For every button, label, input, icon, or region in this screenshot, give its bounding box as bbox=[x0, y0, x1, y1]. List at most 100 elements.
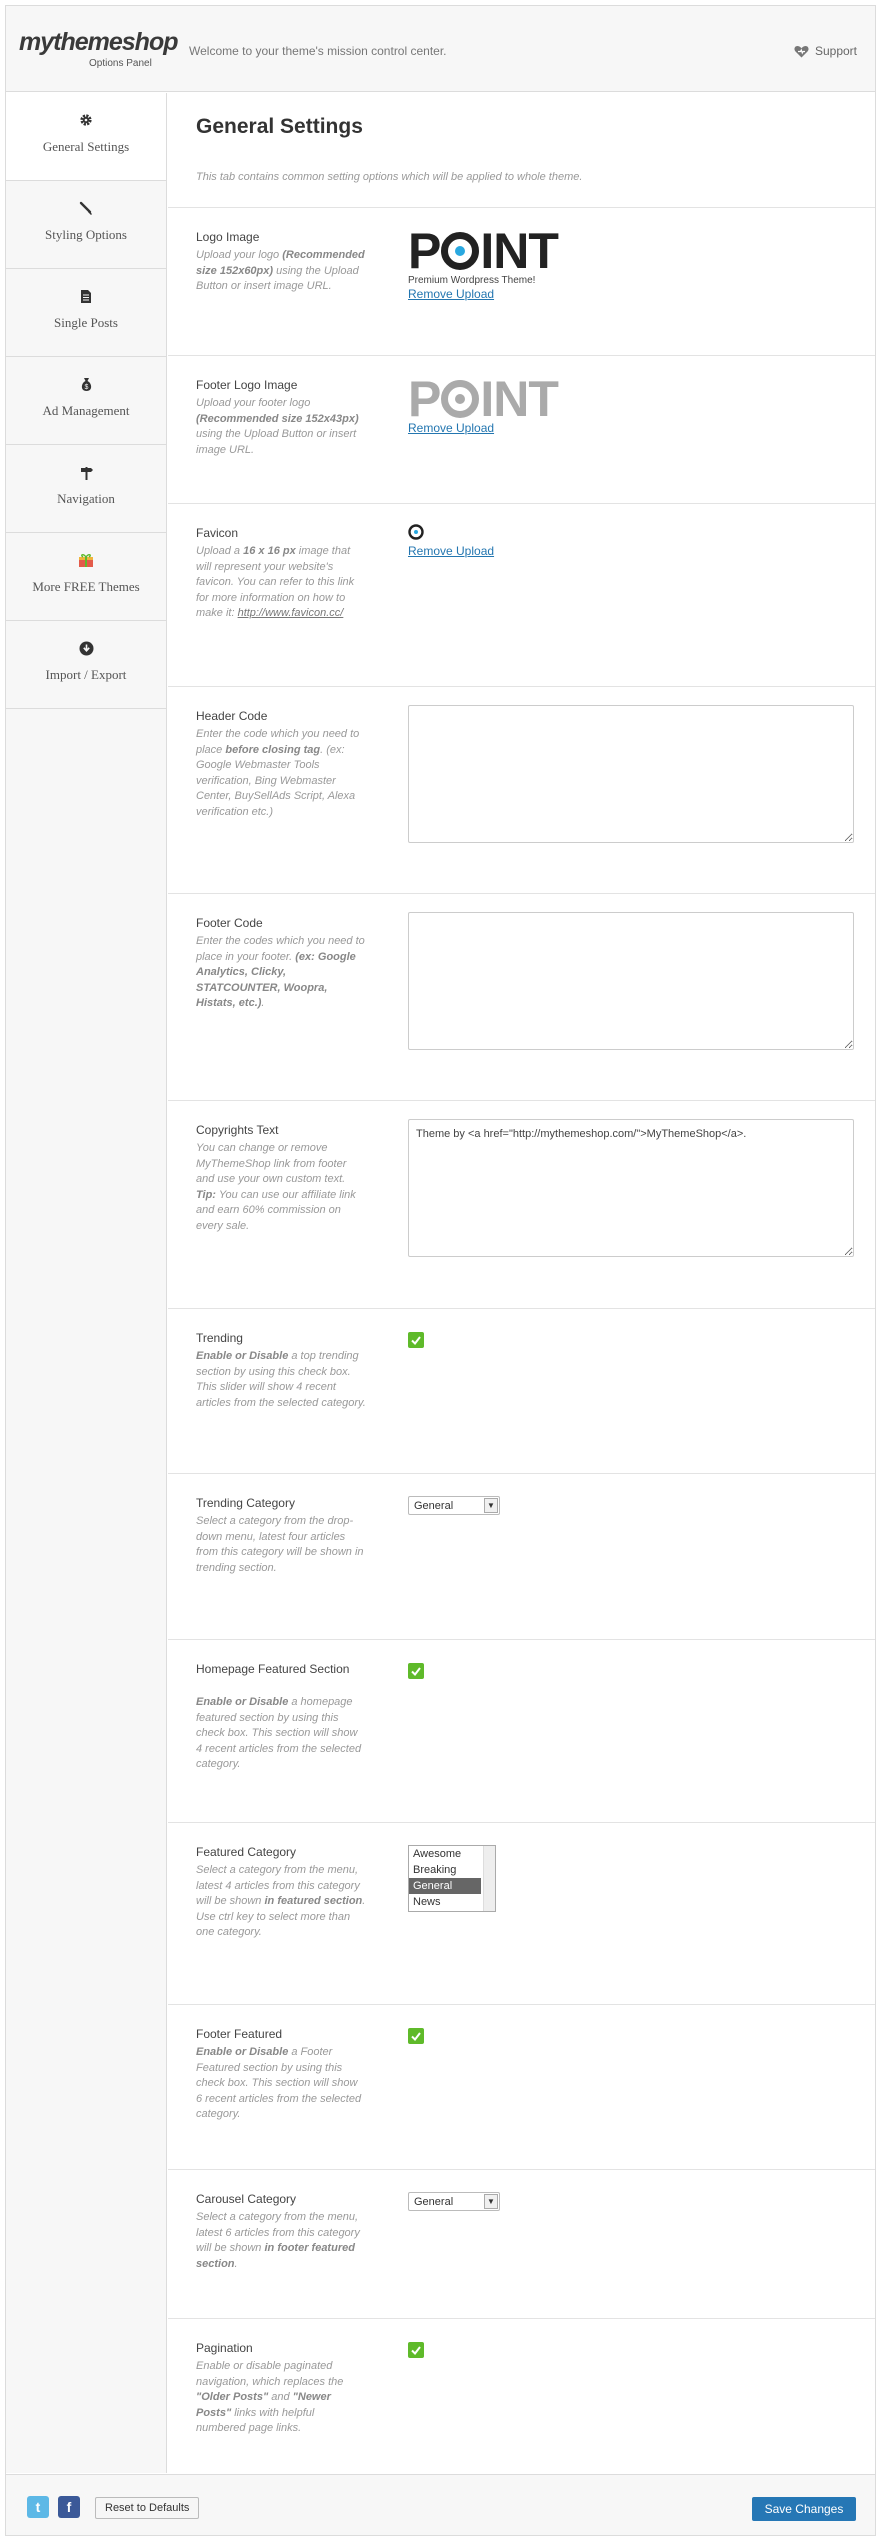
sidebar-item-import-export[interactable]: Import / Export bbox=[6, 621, 166, 709]
favicon-field: Remove Upload bbox=[408, 524, 494, 558]
brand-logo[interactable]: mythemeshop bbox=[19, 28, 178, 57]
favicon-help-link[interactable]: http://www.favicon.cc/ bbox=[238, 607, 344, 619]
reset-defaults-button[interactable]: Reset to Defaults bbox=[95, 2497, 200, 2519]
setting-label: Copyrights Text bbox=[196, 1123, 279, 1137]
setting-description: Select a category from the menu, latest … bbox=[196, 2211, 360, 2270]
chevron-down-icon: ▼ bbox=[484, 2194, 498, 2209]
svg-text:$: $ bbox=[84, 384, 88, 391]
carousel-category-select[interactable]: General ▼ bbox=[408, 2192, 500, 2211]
options-panel: mythemeshop Options Panel Welcome to you… bbox=[5, 5, 876, 2536]
setting-copyrights-text: Copyrights Text You can change or remove… bbox=[168, 1100, 875, 1308]
checkmark-icon bbox=[411, 1666, 421, 1676]
setting-label: Carousel Category bbox=[196, 2192, 297, 2206]
remove-upload-link[interactable]: Remove Upload bbox=[408, 544, 494, 558]
setting-footer-code: Footer Code Enter the codes which you ne… bbox=[168, 893, 875, 1100]
checkmark-icon bbox=[411, 2345, 421, 2355]
sidebar-item-label: Styling Options bbox=[45, 227, 127, 242]
logo-preview: P INT bbox=[408, 223, 559, 279]
setting-label: Logo Image bbox=[196, 230, 260, 244]
welcome-text: Welcome to your theme's mission control … bbox=[189, 44, 447, 58]
setting-trending-category: Trending Category Select a category from… bbox=[168, 1473, 875, 1639]
setting-favicon: Favicon Upload a 16 x 16 px image that w… bbox=[168, 503, 875, 686]
checkmark-icon bbox=[411, 2031, 421, 2041]
logo-dot-icon bbox=[441, 232, 480, 270]
sidebar-item-label: Navigation bbox=[57, 491, 115, 506]
sidebar-item-navigation[interactable]: Navigation bbox=[6, 445, 166, 533]
checkmark-icon bbox=[411, 1335, 421, 1345]
setting-description: Enable or Disable a Footer Featured sect… bbox=[196, 2046, 362, 2120]
setting-description: Upload a 16 x 16 px image that will repr… bbox=[196, 545, 355, 619]
setting-label: Trending bbox=[196, 1331, 243, 1345]
page-title: General Settings bbox=[196, 115, 363, 138]
setting-label: Footer Featured bbox=[196, 2027, 283, 2041]
setting-trending: Trending Enable or Disable a top trendin… bbox=[168, 1308, 875, 1473]
gift-icon bbox=[79, 554, 93, 567]
sidebar-item-label: More FREE Themes bbox=[32, 579, 140, 594]
setting-description: Enable or Disable a homepage featured se… bbox=[196, 1696, 362, 1770]
setting-pagination: Pagination Enable or disable paginated n… bbox=[168, 2318, 875, 2473]
sidebar: General Settings Styling Options Single … bbox=[6, 93, 167, 2473]
twitter-icon[interactable]: t bbox=[27, 2496, 49, 2518]
page-intro: This tab contains common setting options… bbox=[196, 171, 583, 183]
copyrights-textarea[interactable]: Theme by <a href="http://mythemeshop.com… bbox=[408, 1119, 854, 1257]
logo-image-field: P INT Premium Wordpress Theme! Remove Upl… bbox=[408, 223, 559, 301]
setting-footer-logo-image: Footer Logo Image Upload your footer log… bbox=[168, 355, 875, 503]
setting-label: Pagination bbox=[196, 2341, 253, 2355]
chevron-down-icon: ▼ bbox=[484, 1498, 498, 1513]
sidebar-item-single-posts[interactable]: Single Posts bbox=[6, 269, 166, 357]
signpost-icon bbox=[80, 467, 93, 480]
homepage-featured-checkbox[interactable] bbox=[408, 1663, 424, 1679]
header-code-textarea[interactable] bbox=[408, 705, 854, 843]
support-link[interactable]: Support bbox=[794, 44, 857, 58]
footer-code-textarea[interactable] bbox=[408, 912, 854, 1050]
setting-description: Enter the codes which you need to place … bbox=[196, 935, 365, 1009]
pagination-checkbox[interactable] bbox=[408, 2342, 424, 2358]
trending-category-select[interactable]: General ▼ bbox=[408, 1496, 500, 1515]
sidebar-item-label: General Settings bbox=[42, 139, 130, 154]
setting-logo-image: Logo Image Upload your logo (Recommended… bbox=[168, 207, 875, 355]
heart-icon bbox=[794, 46, 809, 58]
footer-bar: t f Reset to Defaults Save Changes bbox=[6, 2474, 875, 2535]
setting-label: Header Code bbox=[196, 709, 268, 723]
save-changes-button[interactable]: Save Changes bbox=[752, 2497, 856, 2521]
setting-description: Enable or disable paginated navigation, … bbox=[196, 2360, 344, 2434]
trending-checkbox[interactable] bbox=[408, 1332, 424, 1348]
setting-description: Upload your logo (Recommended size 152x6… bbox=[196, 249, 365, 292]
setting-carousel-category: Carousel Category Select a category from… bbox=[168, 2169, 875, 2318]
setting-label: Favicon bbox=[196, 526, 239, 540]
setting-footer-featured: Footer Featured Enable or Disable a Foot… bbox=[168, 2004, 875, 2169]
money-bag-icon: $ bbox=[81, 378, 91, 391]
scrollbar[interactable] bbox=[483, 1846, 495, 1911]
featured-category-multiselect[interactable]: Awesome Breaking General News bbox=[408, 1845, 496, 1912]
setting-featured-category: Featured Category Select a category from… bbox=[168, 1822, 875, 2004]
footer-logo-field: P INT Remove Upload bbox=[408, 374, 559, 435]
favicon-preview-icon bbox=[408, 524, 424, 540]
brush-icon bbox=[79, 201, 92, 215]
setting-label: Homepage Featured Section bbox=[196, 1662, 350, 1676]
logo-dot-icon bbox=[441, 380, 480, 418]
sidebar-item-ad-management[interactable]: $ Ad Management bbox=[6, 357, 166, 445]
setting-label: Trending Category bbox=[196, 1496, 295, 1510]
document-icon bbox=[81, 290, 91, 303]
sidebar-item-label: Ad Management bbox=[42, 403, 130, 418]
footer-featured-checkbox[interactable] bbox=[408, 2028, 424, 2044]
gear-icon bbox=[80, 114, 92, 126]
setting-homepage-featured: Homepage Featured Section Enable or Disa… bbox=[168, 1639, 875, 1822]
setting-description: Upload your footer logo (Recommended siz… bbox=[196, 397, 359, 456]
remove-upload-link[interactable]: Remove Upload bbox=[408, 287, 558, 301]
setting-header-code: Header Code Enter the code which you nee… bbox=[168, 686, 875, 893]
brand-subtitle: Options Panel bbox=[89, 58, 152, 69]
sidebar-item-general-settings[interactable]: General Settings bbox=[6, 93, 166, 181]
support-label: Support bbox=[814, 44, 857, 58]
sidebar-item-label: Import / Export bbox=[45, 667, 127, 682]
sidebar-item-styling-options[interactable]: Styling Options bbox=[6, 181, 166, 269]
setting-description: Select a category from the menu, latest … bbox=[196, 1864, 366, 1938]
sidebar-item-more-free-themes[interactable]: More FREE Themes bbox=[6, 533, 166, 621]
facebook-icon[interactable]: f bbox=[58, 2496, 80, 2518]
sidebar-item-label: Single Posts bbox=[54, 315, 118, 330]
header: mythemeshop Options Panel Welcome to you… bbox=[6, 6, 875, 92]
setting-label: Featured Category bbox=[196, 1845, 297, 1859]
setting-description: You can change or remove MyThemeShop lin… bbox=[196, 1142, 356, 1232]
select-option-selected[interactable]: General bbox=[409, 1878, 481, 1894]
setting-description: Enable or Disable a top trending section… bbox=[196, 1350, 366, 1409]
